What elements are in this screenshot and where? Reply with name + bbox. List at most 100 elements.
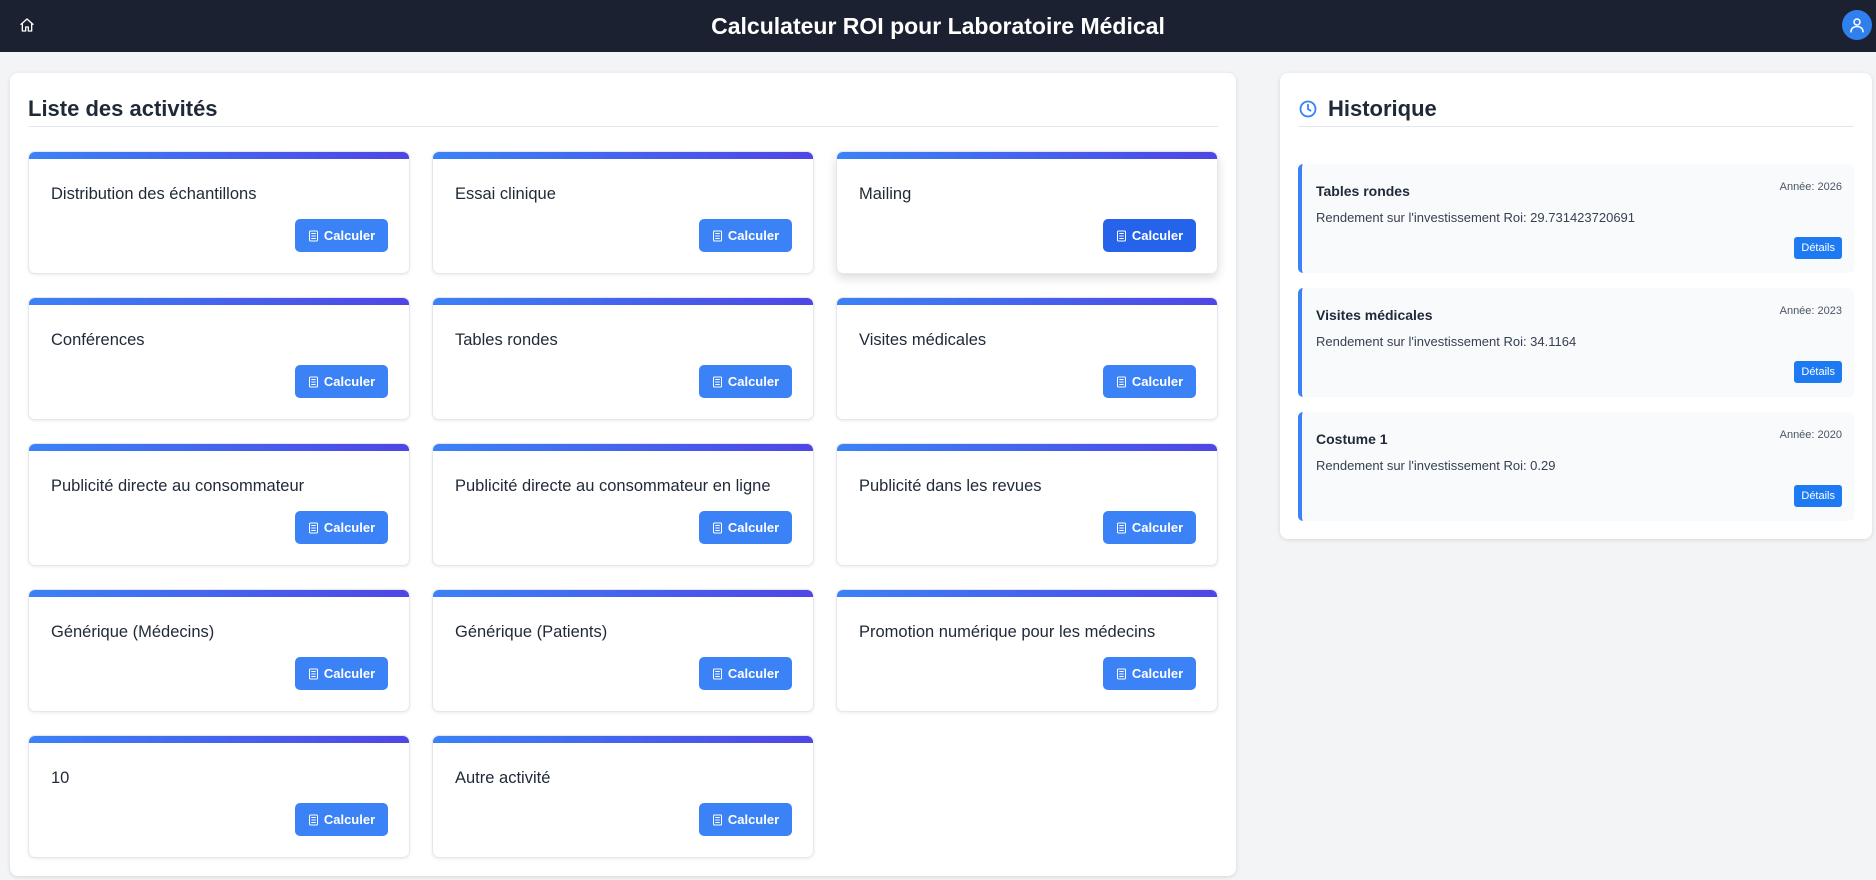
activity-title: Autre activité [455, 769, 551, 787]
calculate-label: Calculer [1131, 520, 1184, 535]
card-accent-stripe [837, 298, 1217, 305]
calculator-icon [1116, 230, 1126, 241]
calculator-icon [1116, 522, 1126, 533]
activity-title: Distribution des échantillons [51, 185, 257, 203]
calculate-label: Calculer [727, 520, 780, 535]
calculator-icon [308, 230, 318, 241]
card-accent-stripe [433, 736, 813, 743]
calculator-icon [1116, 376, 1126, 387]
history-item-year: Année: 2026 [1779, 181, 1842, 193]
history-header: Historique [1298, 91, 1854, 127]
activities-heading: Liste des activités [28, 95, 218, 121]
activity-title: Publicité dans les revues [859, 477, 1042, 495]
history-item: Costume 1 Année: 2020 Rendement sur l'inve… [1298, 412, 1854, 521]
calculate-button[interactable]: Calculer [295, 803, 388, 836]
history-item-year: Année: 2020 [1779, 429, 1842, 441]
calculate-label: Calculer [323, 374, 376, 389]
activity-card: Conférences Calculer [28, 297, 410, 420]
history-item-title: Tables rondes [1316, 183, 1410, 199]
details-button[interactable]: Détails [1794, 361, 1842, 383]
card-accent-stripe [433, 152, 813, 159]
calculate-button[interactable]: Calculer [1103, 365, 1196, 398]
history-list: Tables rondes Année: 2026 Rendement sur l'… [1298, 164, 1854, 536]
activity-card: Publicité directe au consommateur Calcule… [28, 443, 410, 566]
activity-title: Publicité directe au consommateur [51, 477, 305, 495]
card-accent-stripe [433, 444, 813, 451]
calculate-label: Calculer [1131, 228, 1184, 243]
calculate-button[interactable]: Calculer [699, 803, 792, 836]
activity-card: Publicité dans les revues Calculer [836, 443, 1218, 566]
activity-grid: Distribution des échantillons Calculer Ess… [28, 151, 1218, 858]
activity-card: Publicité directe au consommateur en lig… [432, 443, 814, 566]
calculate-button[interactable]: Calculer [699, 219, 792, 252]
calculate-button[interactable]: Calculer [295, 511, 388, 544]
calculator-icon [712, 376, 722, 387]
activity-title: Conférences [51, 331, 145, 349]
user-button[interactable] [1842, 10, 1872, 40]
calculator-icon [712, 230, 722, 241]
activity-card: Générique (Patients) Calculer [432, 589, 814, 712]
card-accent-stripe [29, 590, 409, 597]
activity-title: Mailing [859, 185, 912, 203]
calculate-label: Calculer [1131, 374, 1184, 389]
activity-title: Générique (Patients) [455, 623, 608, 641]
calculate-label: Calculer [323, 520, 376, 535]
card-accent-stripe [837, 444, 1217, 451]
calculator-icon [308, 668, 318, 679]
calculate-label: Calculer [727, 666, 780, 681]
details-button[interactable]: Détails [1794, 237, 1842, 259]
activity-card: Visites médicales Calculer [836, 297, 1218, 420]
home-icon [20, 18, 34, 32]
activity-title: Tables rondes [455, 331, 558, 349]
calculator-icon [712, 522, 722, 533]
card-accent-stripe [29, 298, 409, 305]
activity-title: Publicité directe au consommateur en lig… [455, 477, 771, 495]
activity-card: Autre activité Calculer [432, 735, 814, 858]
card-accent-stripe [837, 590, 1217, 597]
home-button[interactable] [16, 14, 38, 36]
calculate-button[interactable]: Calculer [1103, 511, 1196, 544]
details-button[interactable]: Détails [1794, 485, 1842, 507]
calculate-button[interactable]: Calculer [699, 657, 792, 690]
calculator-icon [712, 814, 722, 825]
history-item-title: Costume 1 [1316, 431, 1388, 447]
top-bar: Calculateur ROI pour Laboratoire Médical [0, 0, 1876, 52]
calculate-button[interactable]: Calculer [295, 365, 388, 398]
activity-title: 10 [51, 769, 70, 787]
history-heading: Historique [1328, 95, 1437, 121]
activity-card: 10 Calculer [28, 735, 410, 858]
calculator-icon [712, 668, 722, 679]
card-accent-stripe [29, 444, 409, 451]
activity-title: Promotion numérique pour les médecins [859, 623, 1156, 641]
calculator-icon [308, 814, 318, 825]
card-accent-stripe [433, 590, 813, 597]
card-accent-stripe [837, 152, 1217, 159]
history-item-title: Visites médicales [1316, 307, 1433, 323]
history-item: Tables rondes Année: 2026 Rendement sur l'… [1298, 164, 1854, 273]
activity-title: Essai clinique [455, 185, 556, 203]
calculator-icon [308, 376, 318, 387]
calculate-button[interactable]: Calculer [699, 365, 792, 398]
app-title: Calculateur ROI pour Laboratoire Médical [711, 12, 1165, 39]
calculate-button[interactable]: Calculer [295, 219, 388, 252]
calculate-button[interactable]: Calculer [295, 657, 388, 690]
card-accent-stripe [29, 152, 409, 159]
history-item-roi: Rendement sur l'investissement Roi: 0.29 [1316, 458, 1556, 473]
calculate-label: Calculer [323, 812, 376, 827]
calculate-button[interactable]: Calculer [699, 511, 792, 544]
user-icon [1850, 18, 1864, 33]
activity-title: Générique (Médecins) [51, 623, 215, 641]
calculate-label: Calculer [323, 228, 376, 243]
calculate-label: Calculer [727, 374, 780, 389]
calculate-label: Calculer [727, 812, 780, 827]
activities-header: Liste des activités [28, 91, 1218, 127]
activity-card: Tables rondes Calculer [432, 297, 814, 420]
clock-icon [1299, 100, 1317, 117]
activities-panel: Liste des activités Distribution des éch… [10, 73, 1236, 876]
activity-card: Mailing Calculer [836, 151, 1218, 274]
card-accent-stripe [433, 298, 813, 305]
calculate-button[interactable]: Calculer [1103, 657, 1196, 690]
calculate-label: Calculer [323, 666, 376, 681]
calculate-button[interactable]: Calculer [1103, 219, 1196, 252]
history-panel: Historique Tables rondes Année: 2026 Rende… [1280, 73, 1872, 539]
